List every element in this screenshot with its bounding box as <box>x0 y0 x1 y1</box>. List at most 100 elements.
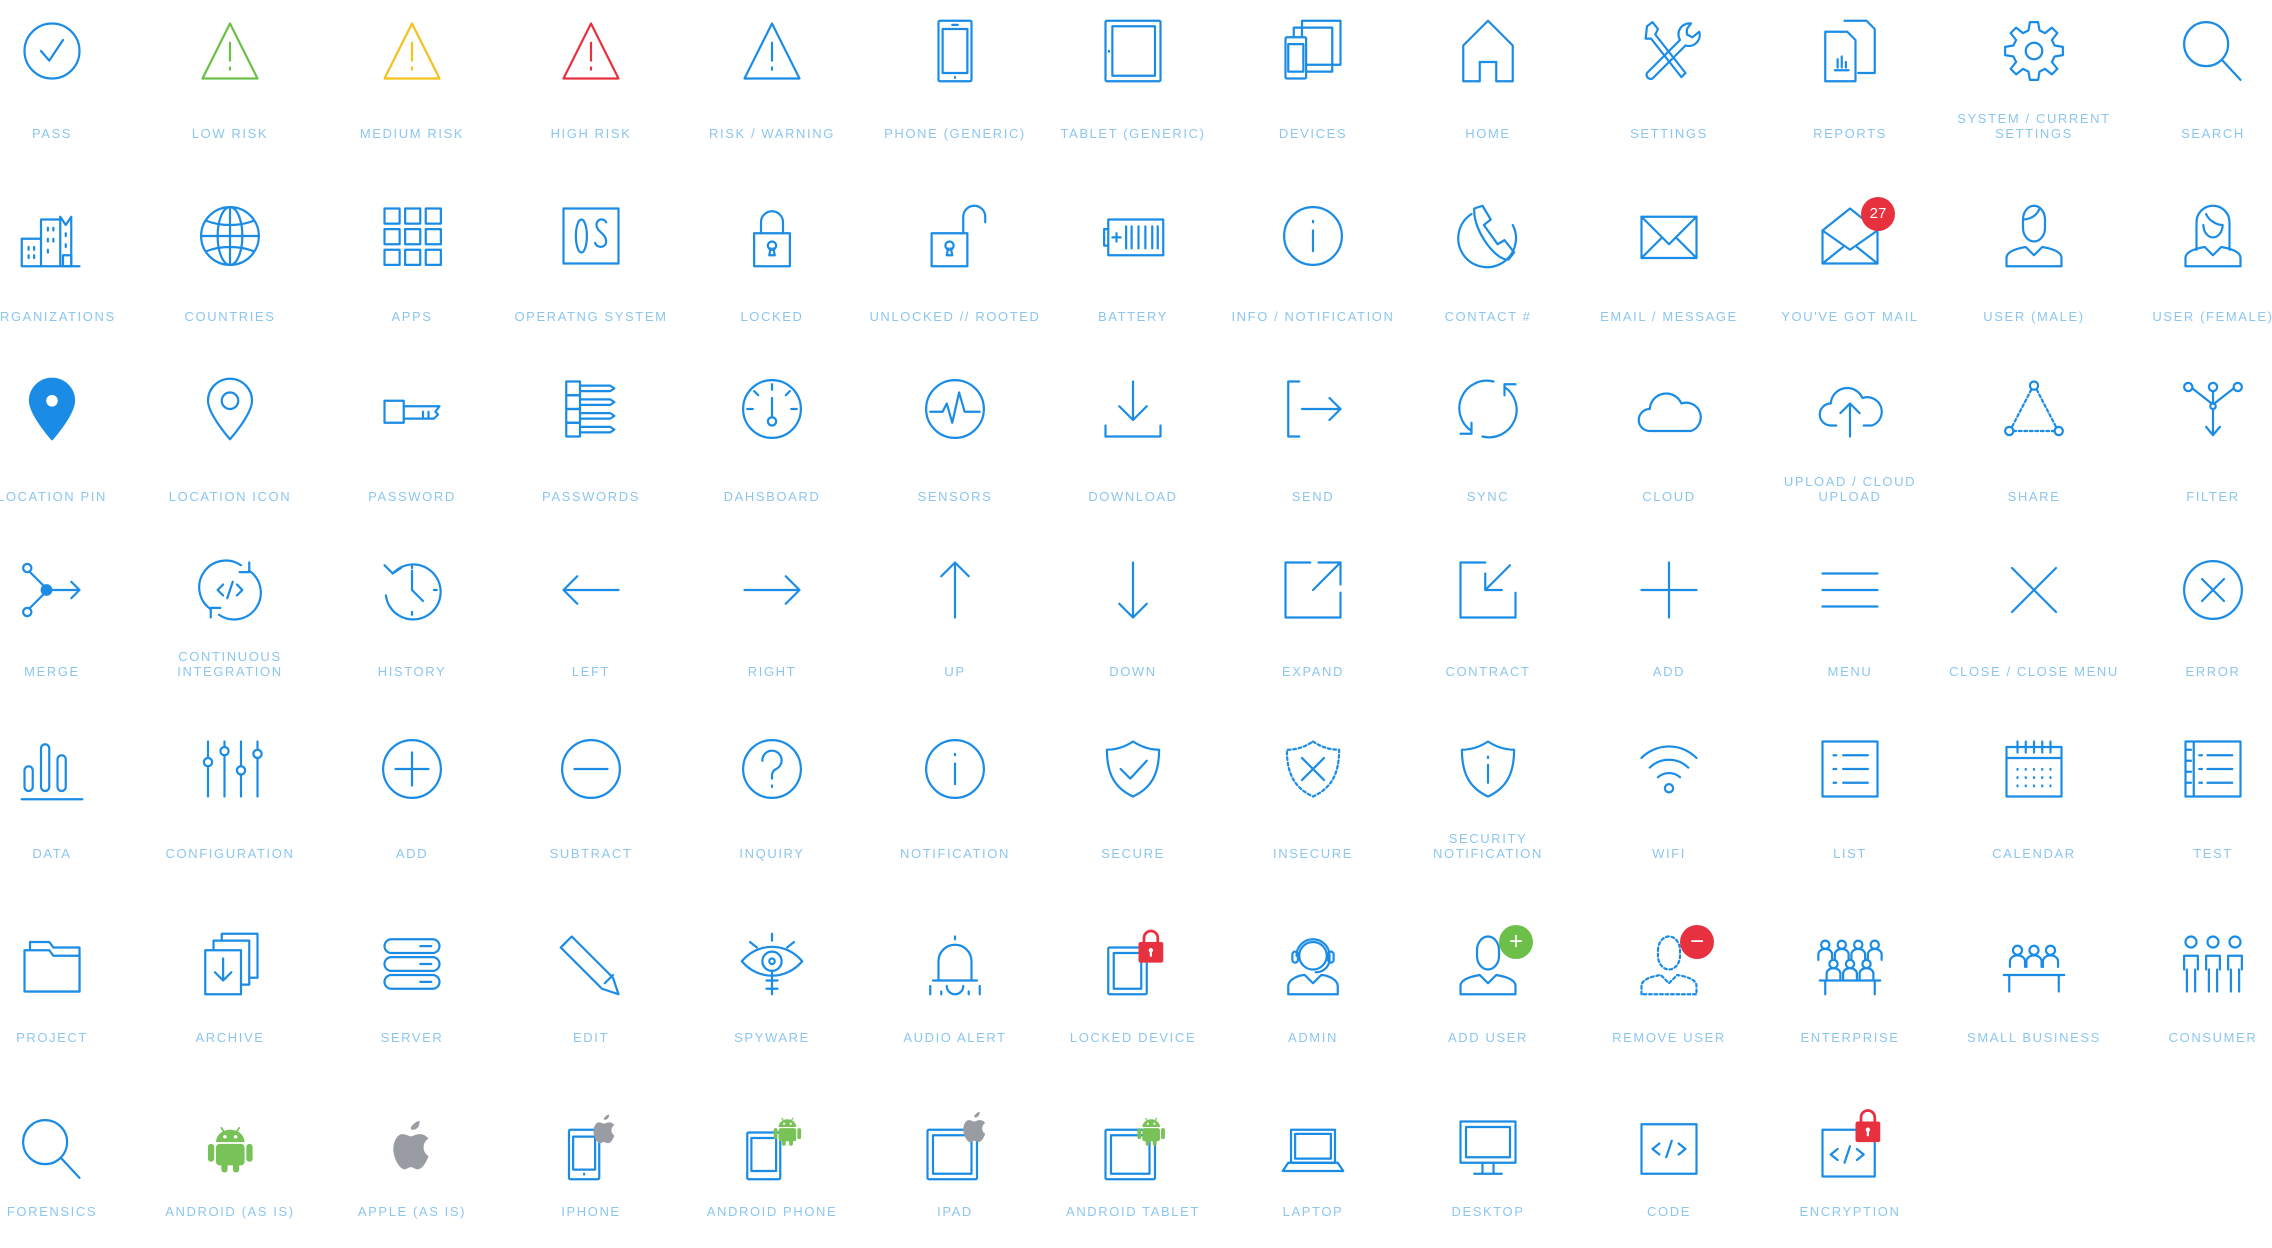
minus-badge-icon: − <box>1680 925 1714 959</box>
contact-icon <box>1457 204 1518 269</box>
icon-tile-calendar: Calendar <box>1944 736 2124 861</box>
shield-x-icon <box>1285 740 1341 798</box>
icon-tile-share: Share <box>1944 376 2124 504</box>
cloud-icon <box>1637 392 1702 433</box>
icon-tile-folder: Project <box>0 931 142 1045</box>
icon-tile-battery: Battery <box>1043 203 1223 324</box>
warning-icon <box>201 22 259 80</box>
icon-tile-remove-user: − Remove User <box>1579 925 1759 1045</box>
icon-tile-ipad: iPad <box>865 1111 1045 1219</box>
icon-tile-tools: Settings <box>1579 18 1759 141</box>
icon-tile-circle-info: Notification <box>865 736 1045 861</box>
icon-tile-os: Operatng System <box>501 203 681 324</box>
icon-tile-filter: Filter <box>2123 376 2272 504</box>
contract-icon <box>1459 561 1517 619</box>
icon-tile-mail-open: 27 You've Got Mail <box>1760 197 1940 324</box>
icon-tile-cloud-upload: Upload / Cloud Upload <box>1760 376 1940 504</box>
menu-icon <box>1821 572 1879 608</box>
icon-tile-circle-question: Inquiry <box>682 736 862 861</box>
server-icon <box>383 938 441 990</box>
icon-tile-code: Code <box>1579 1116 1759 1219</box>
icon-label: Error <box>2185 664 2241 679</box>
icon-tile-sync: Sync <box>1398 376 1578 504</box>
warning-icon <box>562 22 620 80</box>
user-female-icon <box>2184 204 2242 268</box>
icon-tile-arrow-left: Left <box>501 557 681 679</box>
icon-tile-apps: Apps <box>322 203 502 324</box>
eye-icon <box>740 932 804 996</box>
icon-tile-search: Search <box>2123 18 2272 141</box>
merge-icon <box>22 562 81 618</box>
calendar-icon <box>2005 740 2063 798</box>
icon-tile-home: Home <box>1398 18 1578 141</box>
encryption-icon <box>1821 1109 1881 1178</box>
arrow-right-icon <box>743 575 801 605</box>
icon-tile-test: Test <box>2123 736 2272 861</box>
laptop-icon <box>1281 1128 1345 1173</box>
icon-tile-consumer: Consumer <box>2123 931 2272 1045</box>
icon-tile-dashboard: Dahsboard <box>682 376 862 504</box>
icon-tile-arrow-right: Right <box>682 557 862 679</box>
filter-icon <box>2183 381 2243 437</box>
icon-tile-building: Organizations <box>0 203 142 324</box>
icon-tile-enterprise: Enterprise <box>1760 931 1940 1045</box>
icon-tile-mail: Email / Message <box>1579 203 1759 324</box>
notification-count-badge: 27 <box>1861 197 1895 231</box>
plus-badge-icon: + <box>1499 925 1533 959</box>
icon-tile-eye: Spyware <box>682 931 862 1045</box>
icon-tile-shield-info: Security Notification <box>1398 736 1578 861</box>
code-icon <box>1640 1123 1698 1175</box>
icon-label: Filter <box>2186 489 2240 504</box>
icon-tile-unlock: Unlocked // Rooted <box>865 203 1045 324</box>
shield-info-icon <box>1460 740 1516 798</box>
pin-icon <box>206 377 254 441</box>
icon-tile-bell: Audio Alert <box>865 931 1045 1045</box>
icon-tile-download: Download <box>1043 376 1223 504</box>
icon-tile-circle-info: Info / Notification <box>1223 203 1403 324</box>
apple-icon <box>393 1120 429 1170</box>
icon-tile-data: Data <box>0 736 142 861</box>
icon-tile-shield-x: Insecure <box>1223 736 1403 861</box>
icon-tile-circle-check: Pass <box>0 18 142 141</box>
icon-tile-circle-plus: Add <box>322 736 502 861</box>
icon-tile-android-phone: Android Phone <box>682 1116 862 1219</box>
key-icon <box>383 399 441 424</box>
icon-tile-devices: Devices <box>1223 18 1403 141</box>
icon-tile-lock: Locked <box>682 203 862 324</box>
icon-tile-key: Password <box>322 376 502 504</box>
arrow-left-icon <box>562 575 620 605</box>
sensors-icon <box>925 379 985 439</box>
icon-tile-cloud: Cloud <box>1579 376 1759 504</box>
icon-tile-arrow-up: Up <box>865 557 1045 679</box>
icon-tile-tablet: Tablet (Generic) <box>1043 18 1223 141</box>
circle-info-icon <box>925 739 985 799</box>
list-icon <box>1821 740 1879 798</box>
icon-tile-phone: Phone (Generic) <box>865 18 1045 141</box>
icon-tile-warning: Medium Risk <box>322 18 502 141</box>
icon-tile-arrow-down: Down <box>1043 557 1223 679</box>
ci-icon <box>198 559 262 621</box>
icon-label: Search <box>2181 126 2245 141</box>
icon-tile-reports: Reports <box>1760 18 1940 141</box>
android-phone-icon <box>746 1117 802 1181</box>
icon-tile-send: Send <box>1223 376 1403 504</box>
icon-tile-warning: Risk / Warning <box>682 18 862 141</box>
icon-tile-plus: Add <box>1579 557 1759 679</box>
icon-label: User (Female) <box>2152 309 2272 324</box>
icon-tile-add-user: + Add User <box>1398 925 1578 1045</box>
folder-icon <box>23 940 81 993</box>
consumer-icon <box>2183 935 2243 993</box>
iphone-icon <box>567 1114 615 1181</box>
icon-tile-contract: Contract <box>1398 557 1578 679</box>
data-icon <box>20 743 84 801</box>
icon-tile-ci: Continuous Integration <box>140 557 320 679</box>
icon-tile-contact: Contact # <box>1398 203 1578 324</box>
circle-info-icon <box>1283 206 1343 266</box>
cloud-upload-icon <box>1818 386 1883 438</box>
locked-device-icon <box>1107 929 1164 996</box>
circle-question-icon <box>742 739 802 799</box>
ipad-icon <box>926 1111 986 1181</box>
icon-tile-laptop: Laptop <box>1223 1116 1403 1219</box>
circle-minus-icon <box>561 739 621 799</box>
icon-tile-desktop: Desktop <box>1398 1116 1578 1219</box>
